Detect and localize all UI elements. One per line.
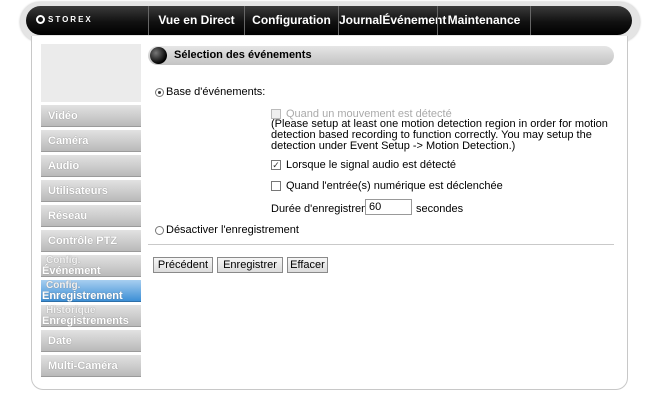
digital-input-label: Quand l'entrée(s) numérique est déclench…: [286, 180, 503, 192]
base-events-label: Base d'événements:: [166, 86, 266, 98]
sidebar-item-line2: Enregistrement: [42, 290, 123, 302]
sidebar-item-date[interactable]: Date: [41, 330, 141, 352]
sidebar-item-camera[interactable]: Caméra: [41, 130, 141, 152]
sidebar-item-event-config[interactable]: Config. Événement: [41, 255, 141, 277]
digital-input-checkbox[interactable]: [271, 181, 281, 191]
sidebar-item-line2: Enregistrements: [42, 315, 129, 327]
previous-button[interactable]: Précédent: [153, 257, 213, 273]
sidebar-item-video[interactable]: Vidéo: [41, 105, 141, 127]
nav-separator: [530, 6, 531, 35]
disable-recording-label: Désactiver l'enregistrement: [166, 224, 299, 236]
logo: STOREX: [36, 15, 93, 24]
sidebar-item-ptz[interactable]: Contrôle PTZ: [41, 230, 141, 252]
sidebar-item-record-config[interactable]: Config. Enregistrement: [41, 280, 141, 302]
sidebar-header: [41, 44, 141, 102]
disable-recording-radio[interactable]: [155, 226, 164, 235]
sidebar-item-audio[interactable]: Audio: [41, 155, 141, 177]
nav-item-maintenance[interactable]: Maintenance: [437, 6, 530, 35]
nav-item-live-view[interactable]: Vue en Direct: [148, 6, 244, 35]
sidebar-item-users[interactable]: Utilisateurs: [41, 180, 141, 202]
bullet-icon: [150, 47, 167, 64]
duration-unit: secondes: [416, 203, 464, 215]
clear-button[interactable]: Effacer: [287, 257, 328, 273]
divider: [148, 244, 614, 245]
save-button[interactable]: Enregistrer: [217, 257, 283, 273]
nav-item-configuration[interactable]: Configuration: [244, 6, 338, 35]
sidebar-item-line2: Événement: [42, 265, 101, 277]
duration-input[interactable]: [365, 199, 412, 215]
sidebar-item-multi-camera[interactable]: Multi-Caméra: [41, 355, 141, 377]
app-root: STOREX Vue en Direct Configuration Journ…: [0, 0, 650, 417]
base-events-radio[interactable]: [155, 88, 164, 97]
sidebar-item-record-history[interactable]: Historique Enregistrements: [41, 305, 141, 327]
motion-note: (Please setup at least one motion detect…: [271, 118, 608, 152]
nav-item-event-log[interactable]: JournalÉvénement: [338, 6, 446, 35]
audio-label: Lorsque le signal audio est détecté: [286, 159, 457, 171]
sidebar-item-network[interactable]: Réseau: [41, 205, 141, 227]
section-title: Sélection des événements: [174, 49, 312, 61]
logo-icon: [36, 15, 45, 24]
logo-text: STOREX: [48, 15, 93, 24]
audio-checkbox[interactable]: ✓: [271, 160, 281, 170]
